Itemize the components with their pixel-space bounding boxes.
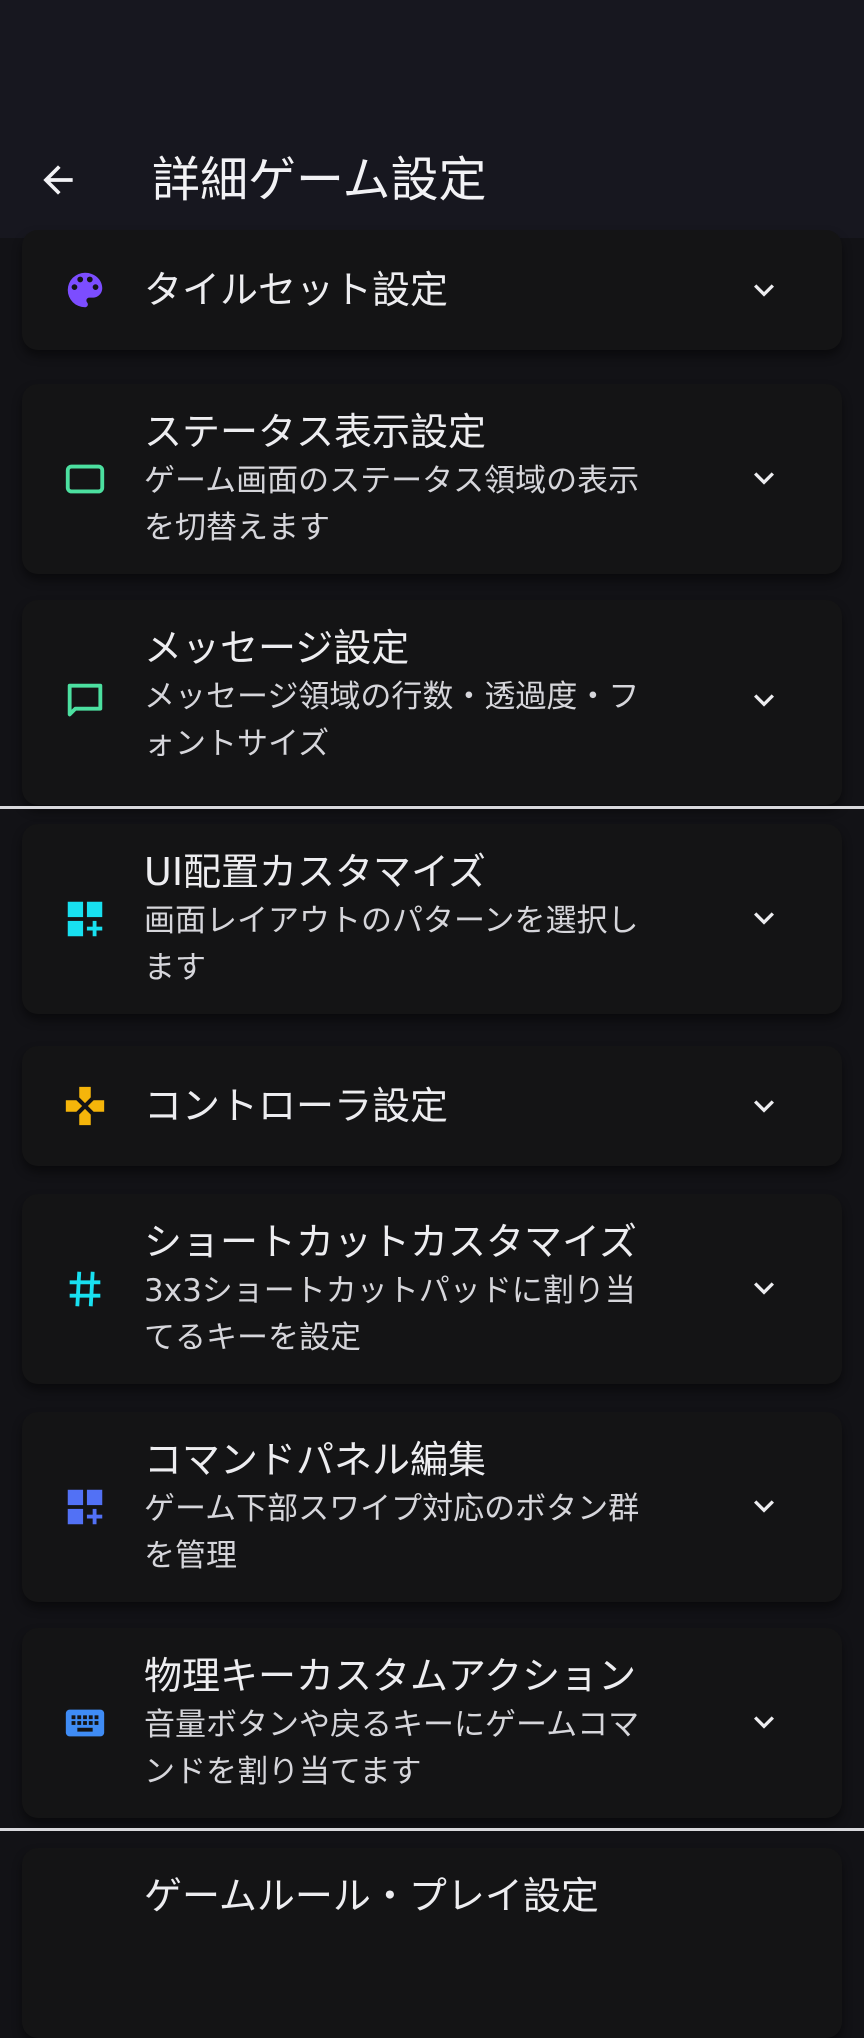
item-title: メッセージ設定 bbox=[144, 626, 410, 670]
item-title: タイルセット設定 bbox=[144, 268, 449, 312]
back-button[interactable] bbox=[28, 150, 88, 210]
message-icon bbox=[62, 678, 108, 724]
dashboard-add-icon bbox=[62, 896, 108, 942]
chevron-down-icon[interactable] bbox=[744, 1702, 784, 1742]
chevron-down-icon[interactable] bbox=[744, 458, 784, 498]
section-divider bbox=[0, 806, 864, 809]
item-title: コマンドパネル編集 bbox=[144, 1438, 487, 1482]
item-subtitle-line1: メッセージ領域の行数・透過度・フ bbox=[144, 679, 640, 715]
physical-key-action-item[interactable]: 物理キーカスタムアクション 音量ボタンや戻るキーにゲームコマ ンドを割り当てます bbox=[22, 1628, 842, 1818]
item-subtitle-line2: を管理 bbox=[144, 1538, 237, 1574]
item-title: ショートカットカスタマイズ bbox=[144, 1220, 637, 1264]
ui-layout-customize-item[interactable]: UI配置カスタマイズ 画面レイアウトのパターンを選択し ます bbox=[22, 824, 842, 1014]
item-title: UI配置カスタマイズ bbox=[144, 850, 486, 894]
message-settings-item[interactable]: メッセージ設定 メッセージ領域の行数・透過度・フ ォントサイズ bbox=[22, 600, 842, 805]
chevron-down-icon[interactable] bbox=[744, 1486, 784, 1526]
item-subtitle-line2: ンドを割り当てます bbox=[144, 1754, 422, 1790]
gamepad-icon bbox=[62, 1083, 108, 1129]
chevron-down-icon[interactable] bbox=[744, 680, 784, 720]
item-subtitle-line1: ゲーム画面のステータス領域の表示 bbox=[144, 463, 640, 499]
section-divider bbox=[0, 1828, 864, 1831]
chevron-down-icon[interactable] bbox=[744, 1086, 784, 1126]
item-subtitle-line1: 3x3ショートカットパッドに割り当 bbox=[144, 1273, 636, 1309]
status-bar bbox=[0, 0, 864, 120]
item-subtitle-line2: ます bbox=[144, 950, 206, 986]
controller-settings-item[interactable]: コントローラ設定 bbox=[22, 1046, 842, 1166]
arrow-back-icon bbox=[43, 165, 73, 195]
item-subtitle-line1: 画面レイアウトのパターンを選択し bbox=[144, 903, 639, 939]
dashboard-add-icon bbox=[62, 1484, 108, 1530]
item-subtitle-line2: を切替えます bbox=[144, 510, 330, 546]
shortcut-customize-item[interactable]: ショートカットカスタマイズ 3x3ショートカットパッドに割り当 てるキーを設定 bbox=[22, 1194, 842, 1384]
item-title: ステータス表示設定 bbox=[144, 410, 487, 454]
chevron-down-icon[interactable] bbox=[744, 898, 784, 938]
rectangle-outline-icon bbox=[62, 456, 108, 502]
game-rules-play-settings-item[interactable]: ゲームルール・プレイ設定 bbox=[22, 1848, 842, 2038]
item-title: 物理キーカスタムアクション bbox=[144, 1654, 637, 1698]
item-title: コントローラ設定 bbox=[144, 1084, 449, 1128]
command-panel-edit-item[interactable]: コマンドパネル編集 ゲーム下部スワイプ対応のボタン群 を管理 bbox=[22, 1412, 842, 1602]
item-subtitle-line2: ォントサイズ bbox=[144, 726, 330, 762]
chevron-down-icon[interactable] bbox=[744, 1268, 784, 1308]
item-title: ゲームルール・プレイ設定 bbox=[144, 1874, 599, 1918]
tileset-settings-item[interactable]: タイルセット設定 bbox=[22, 230, 842, 350]
status-display-settings-item[interactable]: ステータス表示設定 ゲーム画面のステータス領域の表示 を切替えます bbox=[22, 384, 842, 574]
item-subtitle-line2: てるキーを設定 bbox=[144, 1320, 361, 1356]
palette-icon bbox=[62, 267, 108, 313]
top-app-bar: 詳細ゲーム設定 bbox=[0, 120, 864, 238]
item-subtitle-line1: ゲーム下部スワイプ対応のボタン群 bbox=[144, 1491, 640, 1527]
page-title: 詳細ゲーム設定 bbox=[152, 152, 487, 208]
chevron-down-icon[interactable] bbox=[744, 270, 784, 310]
keyboard-icon bbox=[62, 1700, 108, 1746]
item-subtitle-line1: 音量ボタンや戻るキーにゲームコマ bbox=[144, 1707, 640, 1743]
hashtag-icon bbox=[62, 1266, 108, 1312]
